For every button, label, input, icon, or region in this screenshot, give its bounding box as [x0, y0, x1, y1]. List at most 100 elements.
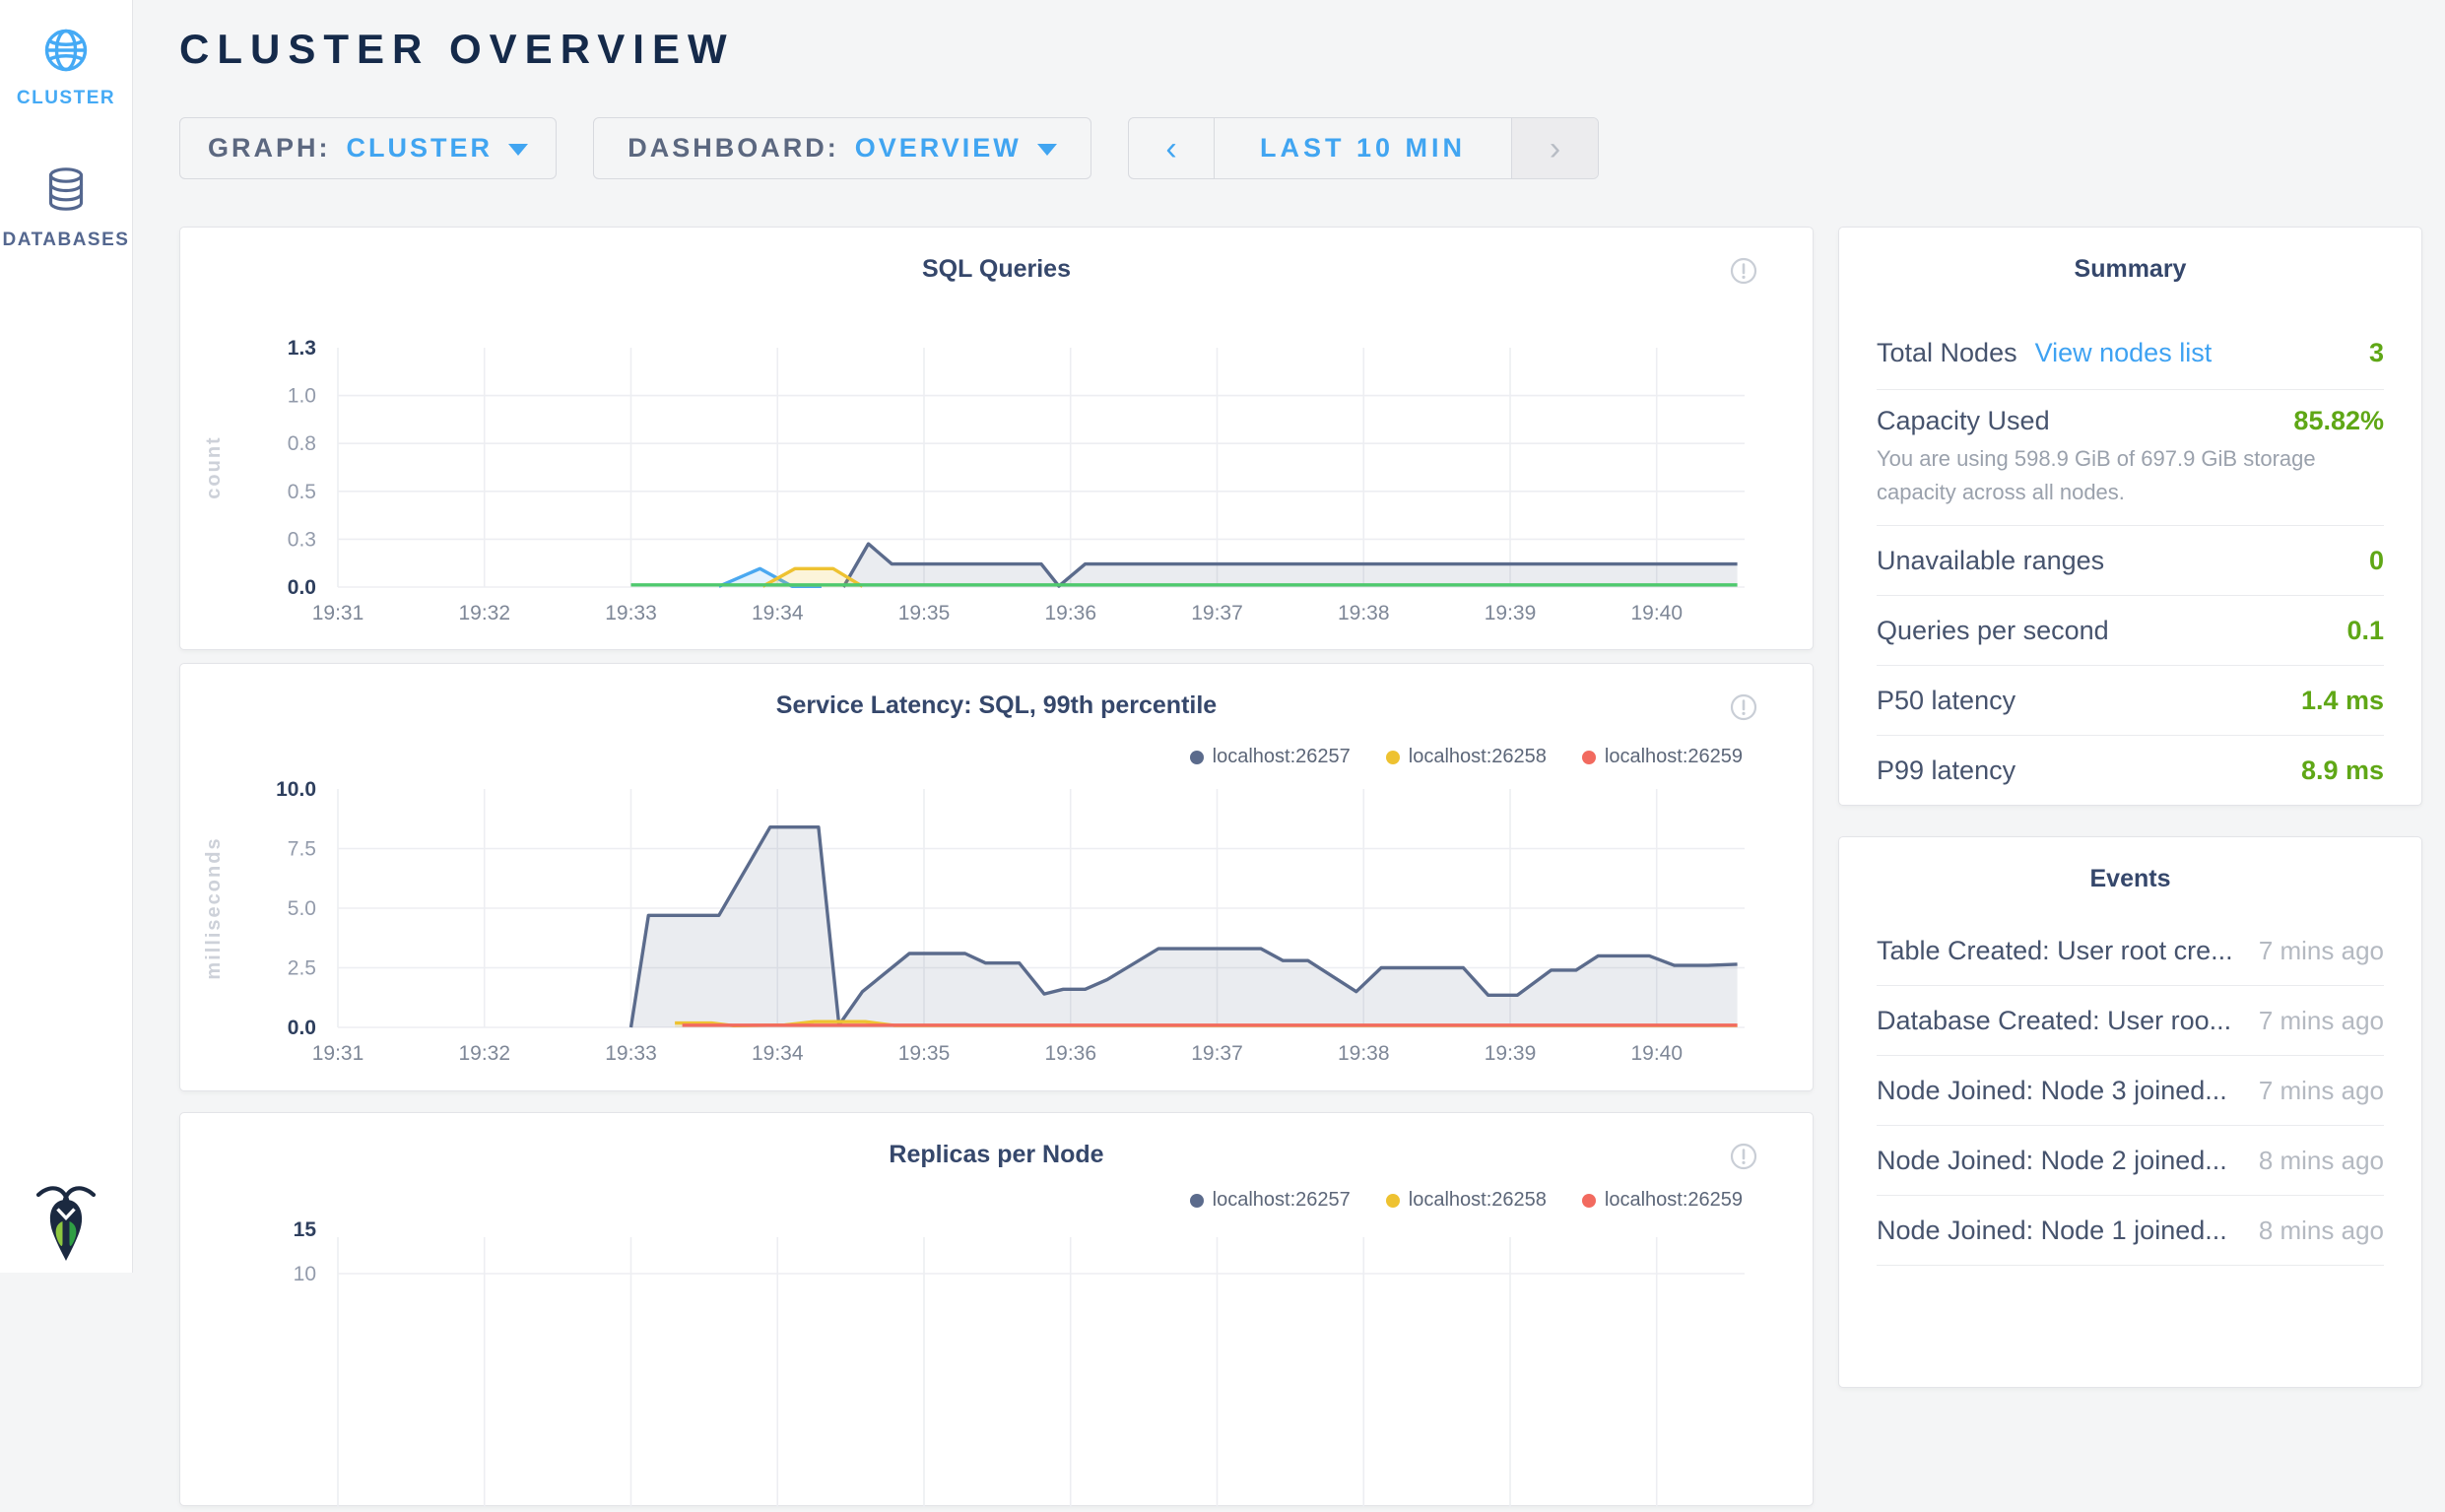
event-row[interactable]: Node Joined: Node 3 joined... 7 mins ago [1877, 1056, 2384, 1126]
legend-dot-icon [1386, 1194, 1400, 1208]
svg-text:19:40: 19:40 [1630, 1042, 1683, 1065]
svg-text:19:34: 19:34 [752, 1042, 804, 1065]
summary-value: 3 [2369, 338, 2384, 368]
event-row[interactable]: Table Created: User root cre... 7 mins a… [1877, 916, 2384, 986]
svg-text:7.5: 7.5 [288, 838, 316, 861]
sidebar-item-label: DATABASES [0, 230, 132, 251]
event-row[interactable]: Node Joined: Node 2 joined... 8 mins ago [1877, 1126, 2384, 1196]
svg-text:19:38: 19:38 [1338, 1042, 1390, 1065]
chart-title: Service Latency: SQL, 99th percentile [180, 691, 1813, 720]
svg-text:19:33: 19:33 [605, 602, 657, 625]
svg-text:19:38: 19:38 [1338, 602, 1390, 625]
summary-row: Queries per second 0.1 [1877, 595, 2384, 665]
legend-item[interactable]: localhost:26258 [1386, 746, 1547, 768]
legend-label: localhost:26258 [1409, 1189, 1547, 1212]
summary-value: 0 [2369, 546, 2384, 576]
chart-canvas: 0.00.30.50.81.01.319:3119:3219:3319:3419… [180, 228, 1815, 651]
chart-canvas: 1510 [180, 1113, 1815, 1507]
summary-label: P99 latency [1877, 756, 2015, 786]
info-icon[interactable] [1730, 693, 1757, 721]
event-time: 8 mins ago [2259, 1216, 2384, 1246]
sidebar: CLUSTER DATABASES [0, 0, 133, 1273]
events-title: Events [1839, 865, 2421, 893]
summary-value: 0.1 [2346, 616, 2384, 646]
summary-row: P50 latency 1.4 ms [1877, 665, 2384, 735]
dashboard-dropdown[interactable]: DASHBOARD: OVERVIEW [593, 117, 1091, 179]
chevron-down-icon [508, 144, 528, 156]
sidebar-item-cluster[interactable]: CLUSTER [0, 28, 132, 109]
chart-legend: localhost:26257 localhost:26258 localhost:… [1190, 746, 1743, 768]
legend-dot-icon [1190, 751, 1204, 764]
info-icon[interactable] [1730, 257, 1757, 285]
service-latency-chart: 0.02.55.07.510.019:3119:3219:3319:3419:3… [180, 664, 1813, 1090]
svg-text:19:35: 19:35 [898, 1042, 951, 1065]
time-prev-button[interactable]: ‹ [1129, 118, 1215, 178]
event-label: Table Created: User root cre... [1877, 936, 2233, 966]
legend-label: localhost:26257 [1213, 746, 1351, 768]
chevron-down-icon [1037, 144, 1057, 156]
summary-label: Queries per second [1877, 616, 2109, 646]
dashboard-dropdown-value: OVERVIEW [855, 133, 1022, 164]
svg-text:19:32: 19:32 [458, 1042, 510, 1065]
summary-value: 85.82% [2293, 406, 2384, 436]
svg-text:0.5: 0.5 [288, 481, 316, 503]
graph-dropdown-label: GRAPH: [208, 133, 331, 164]
info-icon[interactable] [1730, 1143, 1757, 1170]
legend-item[interactable]: localhost:26258 [1386, 1189, 1547, 1212]
event-row[interactable]: Node Joined: Node 1 joined... 8 mins ago [1877, 1196, 2384, 1266]
svg-text:19:34: 19:34 [752, 602, 804, 625]
chevron-right-icon: › [1550, 132, 1560, 165]
graph-dropdown-value: CLUSTER [347, 133, 494, 164]
time-next-button[interactable]: › [1511, 118, 1598, 178]
view-nodes-list-link[interactable]: View nodes list [2035, 338, 2213, 368]
sidebar-item-label: CLUSTER [0, 88, 132, 109]
legend-label: localhost:26259 [1605, 746, 1743, 768]
cluster-overview-page: { "header": { "title": "CLUSTER OVERVIEW… [0, 0, 2445, 1273]
event-label: Node Joined: Node 1 joined... [1877, 1216, 2227, 1246]
summary-value: 8.9 ms [2301, 756, 2384, 786]
chart-title: Replicas per Node [180, 1141, 1813, 1169]
summary-row: Unavailable ranges 0 [1877, 525, 2384, 595]
legend-label: localhost:26257 [1213, 1189, 1351, 1212]
events-list: Table Created: User root cre... 7 mins a… [1877, 916, 2384, 1266]
summary-body: Total Nodes View nodes list 3 Capacity U… [1877, 316, 2384, 805]
time-range-button[interactable]: LAST 10 MIN [1215, 118, 1511, 178]
svg-text:19:39: 19:39 [1485, 1042, 1537, 1065]
svg-text:19:32: 19:32 [458, 602, 510, 625]
event-label: Node Joined: Node 3 joined... [1877, 1076, 2227, 1106]
event-time: 7 mins ago [2259, 1076, 2384, 1106]
svg-text:19:35: 19:35 [898, 602, 951, 625]
svg-text:0.8: 0.8 [288, 432, 316, 455]
sql-queries-panel: 0.00.30.50.81.01.319:3119:3219:3319:3419… [179, 227, 1814, 650]
legend-item[interactable]: localhost:26259 [1582, 746, 1743, 768]
legend-item[interactable]: localhost:26257 [1190, 746, 1351, 768]
svg-text:19:37: 19:37 [1191, 602, 1243, 625]
summary-title: Summary [1839, 255, 2421, 284]
svg-text:15: 15 [294, 1218, 317, 1241]
summary-label: P50 latency [1877, 686, 2015, 716]
summary-label: Total Nodes [1877, 338, 2017, 368]
sql-queries-chart: 0.00.30.50.81.01.319:3119:3219:3319:3419… [180, 228, 1813, 649]
svg-text:0.0: 0.0 [288, 576, 316, 599]
dashboard-dropdown-label: DASHBOARD: [628, 133, 839, 164]
event-label: Node Joined: Node 2 joined... [1877, 1146, 2227, 1176]
sidebar-item-databases[interactable]: DATABASES [0, 165, 132, 251]
event-row[interactable]: Database Created: User roo... 7 mins ago [1877, 986, 2384, 1056]
svg-text:0.0: 0.0 [288, 1017, 316, 1039]
svg-text:10.0: 10.0 [276, 778, 316, 801]
legend-item[interactable]: localhost:26257 [1190, 1189, 1351, 1212]
legend-dot-icon [1386, 751, 1400, 764]
summary-row-total-nodes: Total Nodes View nodes list 3 [1877, 316, 2384, 389]
summary-row: P99 latency 8.9 ms [1877, 735, 2384, 805]
legend-item[interactable]: localhost:26259 [1582, 1189, 1743, 1212]
event-time: 7 mins ago [2259, 936, 2384, 966]
svg-text:1.0: 1.0 [288, 385, 316, 408]
events-panel: Events Table Created: User root cre... 7… [1838, 836, 2422, 1388]
graph-dropdown[interactable]: GRAPH: CLUSTER [179, 117, 557, 179]
legend-label: localhost:26258 [1409, 746, 1547, 768]
cockroach-bug-icon[interactable] [35, 1180, 97, 1267]
svg-text:19:31: 19:31 [312, 602, 364, 625]
chart-canvas: 0.02.55.07.510.019:3119:3219:3319:3419:3… [180, 664, 1815, 1092]
page-title: CLUSTER OVERVIEW [179, 26, 735, 73]
svg-text:19:33: 19:33 [605, 1042, 657, 1065]
